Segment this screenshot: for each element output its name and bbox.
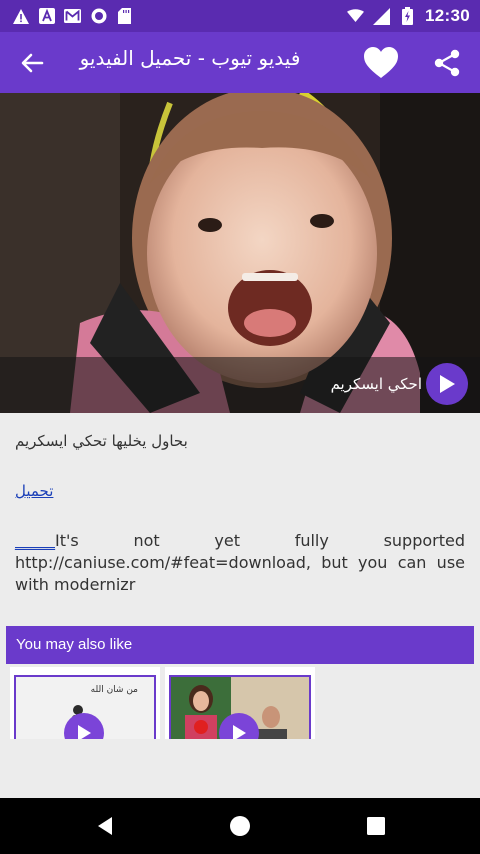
play-icon: [233, 725, 246, 739]
video-caption-bar: احكي ايسكريم: [0, 357, 480, 413]
navigation-bar: [0, 798, 480, 854]
nav-back-button[interactable]: [94, 814, 118, 838]
warning-icon: [12, 8, 29, 25]
body-link[interactable]: _____: [15, 531, 55, 550]
wifi-icon: [347, 8, 365, 25]
video-caption: احكي ايسكريم: [330, 375, 422, 393]
square-recents-icon: [367, 817, 385, 835]
related-header: You may also like: [6, 626, 474, 664]
status-bar: 12:30: [0, 0, 480, 32]
nav-home-button[interactable]: [228, 814, 252, 838]
circle-home-icon: [230, 816, 250, 836]
play-icon: [440, 375, 455, 393]
signal-icon: [373, 7, 391, 25]
arrow-back-icon: [21, 53, 44, 73]
share-icon: [434, 49, 460, 77]
a-icon: [38, 8, 55, 25]
status-icons-left: [12, 8, 133, 25]
video-player[interactable]: احكي ايسكريم: [0, 93, 480, 413]
share-button[interactable]: [432, 48, 462, 78]
play-button[interactable]: [426, 363, 468, 405]
related-item[interactable]: [165, 667, 315, 739]
mail-icon: [64, 8, 81, 25]
back-button[interactable]: [16, 47, 48, 79]
heart-icon: [364, 47, 398, 78]
page-title: فيديو تيوب - تحميل الفيديو: [79, 46, 301, 70]
battery-icon: [399, 7, 416, 25]
app-bar: فيديو تيوب - تحميل الفيديو: [0, 32, 480, 93]
body-text: _____It's not yet fully supported http:/…: [15, 530, 465, 596]
play-icon: [78, 725, 91, 739]
video-description: بحاول يخليها تحكي ايسكريم: [15, 432, 188, 450]
record-icon: [90, 8, 107, 25]
status-icons-right: 12:30: [347, 6, 470, 26]
favorite-button[interactable]: [362, 45, 400, 81]
related-item[interactable]: من شان الله: [10, 667, 160, 739]
body-text-content: It's not yet fully supported http://cani…: [15, 531, 465, 594]
download-link[interactable]: تحميل: [15, 482, 53, 500]
status-time: 12:30: [425, 6, 470, 25]
nav-recents-button[interactable]: [364, 814, 388, 838]
sd-card-icon: [116, 8, 133, 25]
triangle-back-icon: [98, 817, 112, 835]
